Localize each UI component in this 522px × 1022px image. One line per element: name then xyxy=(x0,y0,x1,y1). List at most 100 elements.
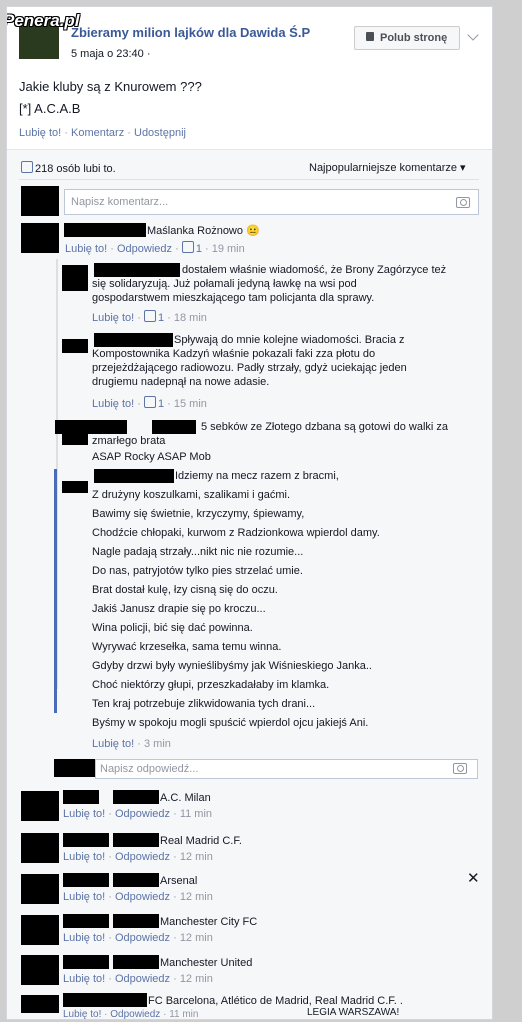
likes-count[interactable]: 218 osób lubi to. xyxy=(21,161,116,175)
commenter-avatar xyxy=(21,915,59,945)
post-actions: Lubię to! · Komentarz · Udostępnij xyxy=(19,127,186,139)
tagged-page-link[interactable]: Real Madrid C.F. xyxy=(160,835,242,847)
sort-comments-dropdown[interactable]: Najpopularniejsze komentarze ▾ xyxy=(309,161,466,174)
reply-text-line: Brat dostał kulę, łzy cisną się do oczu. xyxy=(92,584,278,596)
comment-actions: Lubię to! · Odpowiedz · 12 min xyxy=(63,851,213,863)
comment-input[interactable]: Napisz komentarz... xyxy=(64,189,479,215)
like-link[interactable]: Lubię to! xyxy=(92,398,134,410)
comment-time[interactable]: 19 min xyxy=(212,243,245,255)
page-name[interactable]: Zbieramy milion lajków dla Dawida Ś.P xyxy=(71,25,310,40)
reply-text-line: się solidaryzują. Już połamali jedyną ła… xyxy=(92,278,357,290)
redacted-name xyxy=(63,993,147,1007)
redacted-name xyxy=(113,873,159,887)
reply-link[interactable]: Odpowiedz xyxy=(115,808,170,820)
post-timestamp[interactable]: 5 maja o 23:40 · xyxy=(71,48,151,60)
redacted-name xyxy=(63,873,109,887)
reply-text-line: drugiemu nadepnął na nowe adasie. xyxy=(92,376,270,388)
redacted-name xyxy=(94,263,180,277)
like-link[interactable]: Lubię to! xyxy=(63,932,105,944)
like-post-link[interactable]: Lubię to! xyxy=(19,127,61,139)
like-icon xyxy=(21,161,33,173)
reply-text-line: Wyrywać krzesełka, sama temu winna. xyxy=(92,641,282,653)
reply-actions: Lubię to! · 1 · 15 min xyxy=(92,396,207,410)
reply-text-line: Spływają do mnie kolejne wiadomości. Bra… xyxy=(174,334,405,346)
close-icon[interactable]: ✕ xyxy=(467,869,480,887)
redacted-name xyxy=(113,833,159,847)
comment-time[interactable]: 11 min xyxy=(169,1009,198,1019)
camera-icon[interactable] xyxy=(456,197,470,208)
redacted-name xyxy=(113,790,159,804)
reply-link[interactable]: Odpowiedz xyxy=(115,973,170,985)
chevron-down-icon[interactable] xyxy=(467,29,479,41)
reply-text-line: Chodźcie chłopaki, kurwom z Radzionkowa … xyxy=(92,527,380,539)
reply-time[interactable]: 18 min xyxy=(174,312,207,324)
reply-text-line: Z drużyny koszulkami, szalikami i gaćmi. xyxy=(92,489,291,501)
like-link[interactable]: Lubię to! xyxy=(63,851,105,863)
like-link[interactable]: Lubię to! xyxy=(92,738,134,750)
sort-label: Najpopularniejsze komentarze xyxy=(309,162,457,174)
redacted-name xyxy=(113,914,159,928)
thumb-up-icon xyxy=(366,32,374,41)
comment-time[interactable]: 12 min xyxy=(180,932,213,944)
like-page-button[interactable]: Polub stronę xyxy=(354,26,460,50)
reply-input[interactable]: Napisz odpowiedź... xyxy=(95,759,478,779)
reply-text-line: Byśmy w spokoju mogli spuścić wpierdol o… xyxy=(92,717,369,729)
reply-actions: Lubię to! · 1 · 18 min xyxy=(92,310,207,324)
reply-text-line: Gdyby drzwi były wynieślibyśmy jak Wiśni… xyxy=(92,660,372,672)
comment-time[interactable]: 12 min xyxy=(180,891,213,903)
divider xyxy=(19,179,479,180)
reply-link[interactable]: Odpowiedz xyxy=(115,851,170,863)
tagged-page-link[interactable]: A.C. Milan xyxy=(160,792,211,804)
likes-count-text: 218 osób lubi to. xyxy=(35,163,116,175)
tagged-page-link[interactable]: ASAP Rocky ASAP Mob xyxy=(92,451,211,463)
reply-text-line: Wina policji, bić się dać powinna. xyxy=(92,622,253,634)
comment-text: Maślanka Rożnowo 😐 xyxy=(147,225,260,237)
comment-time[interactable]: 12 min xyxy=(180,973,213,985)
reply-avatar xyxy=(62,481,88,493)
reply-text-line: Choć niektórzy głupi, przeszkadałaby im … xyxy=(92,679,330,691)
commenter-avatar xyxy=(21,223,59,253)
like-link[interactable]: Lubię to! xyxy=(63,891,105,903)
reply-avatar xyxy=(62,433,88,445)
reply-link[interactable]: Odpowiedz xyxy=(117,243,172,255)
tagged-page-link[interactable]: FC Barcelona, Atlético de Madrid, Real M… xyxy=(148,995,403,1007)
like-link[interactable]: Lubię to! xyxy=(65,243,107,255)
redacted-name xyxy=(63,914,109,928)
comment-time[interactable]: 11 min xyxy=(180,808,212,820)
tagged-page-link[interactable]: Manchester City FC xyxy=(160,916,257,928)
redacted-name xyxy=(63,790,99,804)
reply-text-line: Ten kraj potrzebuje zlikwidowania tych d… xyxy=(92,698,316,710)
comment-link[interactable]: Komentarz xyxy=(71,127,124,139)
reply-text-line: Do nas, patryjotów tylko pies strzelać u… xyxy=(92,565,303,577)
tagged-page-link[interactable]: Manchester United xyxy=(160,957,252,969)
like-link[interactable]: Lubię to! xyxy=(63,1009,101,1019)
commenter-avatar xyxy=(21,833,59,863)
reply-text-line: Jakiś Janusz drapie się po kroczu... xyxy=(92,603,266,615)
tagged-page-link[interactable]: Arsenal xyxy=(160,875,197,887)
camera-icon[interactable] xyxy=(453,763,467,774)
reply-link[interactable]: Odpowiedz xyxy=(115,932,170,944)
redacted-name xyxy=(63,833,109,847)
reply-text-line: gospodarstwem mieszkającego tam policjan… xyxy=(92,292,375,304)
redacted-name xyxy=(94,469,174,483)
reply-text-line: zmarłego brata xyxy=(92,435,166,447)
post-body-line1: Jakie kluby są z Knurowem ??? xyxy=(19,79,202,94)
reply-text-line: 5 sebków ze Złotego dzbana są gotowi do … xyxy=(201,421,449,433)
like-link[interactable]: Lubię to! xyxy=(63,973,105,985)
reply-link[interactable]: Odpowiedz xyxy=(110,1009,160,1019)
commenter-avatar xyxy=(21,955,59,985)
reply-time[interactable]: 3 min xyxy=(144,738,171,750)
reply-link[interactable]: Odpowiedz xyxy=(115,891,170,903)
like-link[interactable]: Lubię to! xyxy=(63,808,105,820)
reply-actions: Lubię to! · 3 min xyxy=(92,738,171,750)
redacted-name xyxy=(64,223,146,237)
share-link[interactable]: Udostępnij xyxy=(134,127,186,139)
user-avatar xyxy=(21,186,59,216)
comment-actions: Lubię to! · Odpowiedz · 11 min xyxy=(63,808,213,820)
redacted-name xyxy=(152,420,196,434)
comment-time[interactable]: 12 min xyxy=(180,851,213,863)
like-link[interactable]: Lubię to! xyxy=(92,312,134,324)
reply-time[interactable]: 15 min xyxy=(174,398,207,410)
like-page-label: Polub stronę xyxy=(380,32,448,44)
comment-actions: Lubię to! · Odpowiedz · 11 min xyxy=(63,1009,199,1020)
